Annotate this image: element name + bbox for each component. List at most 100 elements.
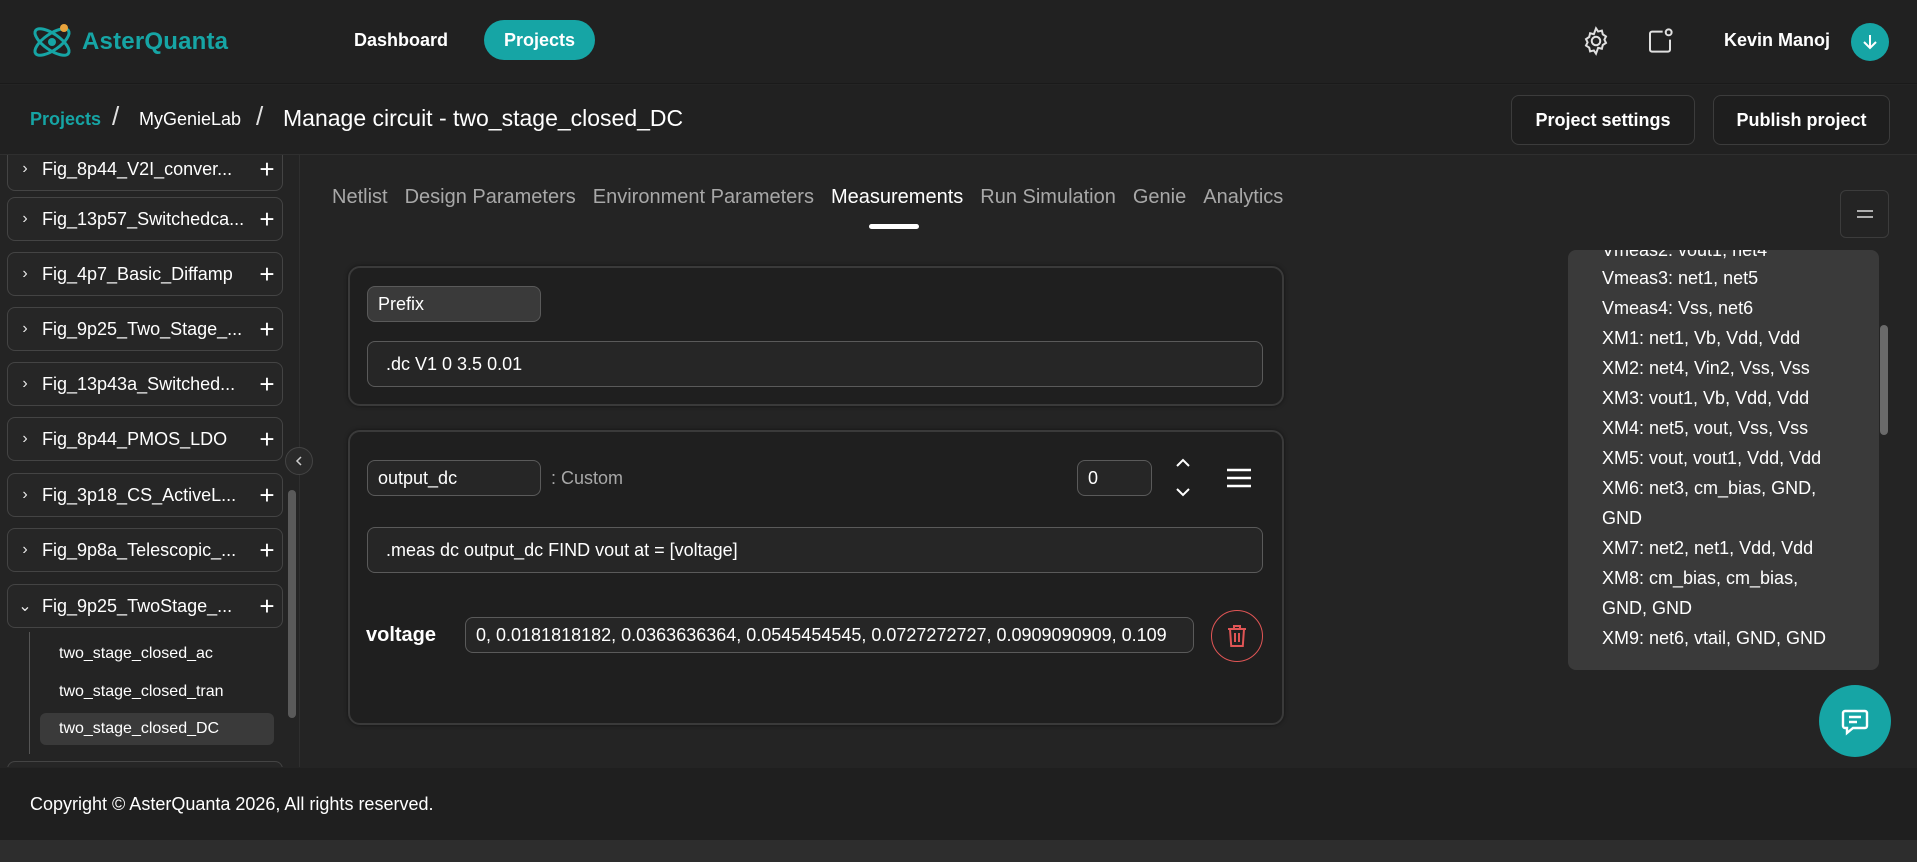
sidebar-subitem-active[interactable]: two_stage_closed_DC xyxy=(40,713,274,745)
prefix-command-input[interactable]: .dc V1 0 3.5 0.01 xyxy=(367,341,1263,387)
order-stepper xyxy=(1172,455,1194,505)
netlist-line: XM1: net1, Vb, Vdd, Vdd xyxy=(1602,328,1801,348)
chat-support-icon[interactable] xyxy=(1819,685,1891,757)
chevron-down-icon[interactable] xyxy=(1174,486,1192,498)
chevron-right-icon[interactable]: › xyxy=(8,430,42,448)
netlist-line: XM2: net4, Vin2, Vss, Vss xyxy=(1602,358,1810,378)
sidebar-item[interactable]: › Fig_9p8a_Telescopic_... + xyxy=(7,528,283,572)
chevron-up-icon[interactable] xyxy=(1174,457,1192,469)
panel-menu-icon[interactable] xyxy=(1840,190,1889,238)
chevron-right-icon[interactable]: › xyxy=(8,210,42,228)
chevron-right-icon[interactable]: › xyxy=(8,265,42,283)
chevron-right-icon[interactable]: › xyxy=(8,320,42,338)
sidebar-item[interactable]: › Fig_4p7_Basic_Diffamp + xyxy=(7,252,283,296)
netlist-scrollbar[interactable] xyxy=(1880,325,1888,435)
bottom-strip xyxy=(0,840,1917,862)
nav-dashboard[interactable]: Dashboard xyxy=(338,20,464,60)
user-menu-down-arrow-icon[interactable] xyxy=(1851,23,1889,61)
add-icon[interactable]: + xyxy=(252,204,282,235)
measurement-type-label: : Custom xyxy=(551,468,624,488)
sidebar-item-label: Fig_4p7_Basic_Diffamp xyxy=(42,263,233,284)
sidebar-subitem[interactable]: two_stage_closed_ac xyxy=(40,638,274,670)
breadcrumb-lab[interactable]: MyGenieLab xyxy=(139,109,241,130)
add-icon[interactable]: + xyxy=(252,535,282,566)
netlist-line: XM4: net5, vout, Vss, Vss xyxy=(1602,418,1809,438)
netlist-line: XM7: net2, net1, Vdd, Vdd xyxy=(1602,538,1814,558)
delete-trash-icon[interactable] xyxy=(1211,610,1263,662)
project-settings-button[interactable]: Project settings xyxy=(1511,95,1695,145)
netlist-line: Vmeas3: net1, net5 xyxy=(1602,268,1759,288)
footer: Copyright © AsterQuanta 2026, All rights… xyxy=(0,768,1917,840)
netlist-line: XM5: vout, vout1, Vdd, Vdd xyxy=(1602,448,1822,468)
netlist-panel: Vmeas2: vout1, net4 Vmeas3: net1, net5 V… xyxy=(1568,250,1879,670)
sidebar-item-label: Fig_8p44_PMOS_LDO xyxy=(42,428,228,449)
tab-genie[interactable]: Genie xyxy=(1133,186,1186,220)
page-title: Manage circuit - two_stage_closed_DC xyxy=(283,105,684,131)
add-icon[interactable]: + xyxy=(252,314,282,345)
add-icon[interactable]: + xyxy=(252,369,282,400)
top-navbar: AsterQuanta Dashboard Projects Kevin Man… xyxy=(0,0,1917,84)
tree-connector xyxy=(29,632,30,754)
sidebar-item-expanded[interactable]: ⌄ Fig_9p25_TwoStage_... + xyxy=(7,584,283,628)
breadcrumb-separator: / xyxy=(256,101,264,131)
voltage-values-input[interactable]: 0, 0.0181818182, 0.0363636364, 0.0545454… xyxy=(465,617,1194,653)
sidebar-scrollbar[interactable] xyxy=(288,490,296,718)
tab-analytics[interactable]: Analytics xyxy=(1203,186,1283,220)
drag-handle-menu-icon[interactable] xyxy=(1226,467,1252,489)
tab-environment-parameters[interactable]: Environment Parameters xyxy=(593,186,814,220)
prefix-label-field[interactable]: Prefix xyxy=(367,286,541,322)
add-icon[interactable]: + xyxy=(252,480,282,511)
sidebar-item-label: Fig_13p43a_Switched... xyxy=(42,373,236,394)
netlist-line: GND, GND xyxy=(1602,598,1692,618)
sidebar-item[interactable]: › Fig_13p57_Switchedca... + xyxy=(7,197,283,241)
sidebar-item[interactable] xyxy=(7,761,283,767)
sidebar-item-label: Fig_9p25_TwoStage_... xyxy=(42,595,233,616)
netlist-line: Vmeas2: vout1, net4 xyxy=(1602,250,1768,260)
collapse-sidebar-chevron-left-icon[interactable] xyxy=(285,447,313,475)
sidebar-item-label: Fig_3p18_CS_ActiveL... xyxy=(42,484,237,505)
netlist-line: XM6: net3, cm_bias, GND, xyxy=(1602,478,1817,498)
breadcrumb-projects[interactable]: Projects xyxy=(30,109,101,130)
measurement-expression-input[interactable]: .meas dc output_dc FIND vout at = [volta… xyxy=(367,527,1263,573)
order-stepper-input[interactable]: 0 xyxy=(1077,460,1152,496)
sidebar-item[interactable]: › Fig_3p18_CS_ActiveL... + xyxy=(7,473,283,517)
add-icon[interactable]: + xyxy=(252,259,282,290)
brand-logo[interactable]: AsterQuanta xyxy=(28,18,228,66)
add-icon[interactable]: + xyxy=(252,155,282,185)
chevron-right-icon[interactable]: › xyxy=(8,486,42,504)
chevron-right-icon[interactable]: › xyxy=(8,160,42,178)
chevron-right-icon[interactable]: › xyxy=(8,375,42,393)
breadcrumb-separator: / xyxy=(112,101,120,131)
tab-netlist[interactable]: Netlist xyxy=(332,186,388,220)
sidebar-item[interactable]: › Fig_13p43a_Switched... + xyxy=(7,362,283,406)
nav-projects[interactable]: Projects xyxy=(484,20,596,60)
atom-logo-icon xyxy=(33,24,71,57)
sidebar-item[interactable]: › Fig_9p25_Two_Stage_... + xyxy=(7,307,283,351)
publish-project-button[interactable]: Publish project xyxy=(1713,95,1890,145)
project-sidebar: › Fig_8p44_V2I_conver... + › Fig_13p57_S… xyxy=(0,155,300,767)
settings-gear-icon[interactable] xyxy=(1579,24,1613,58)
tab-run-simulation[interactable]: Run Simulation xyxy=(980,186,1116,220)
parameter-label: voltage xyxy=(366,624,437,646)
netlist-line: XM3: vout1, Vb, Vdd, Vdd xyxy=(1602,388,1810,408)
tab-design-parameters[interactable]: Design Parameters xyxy=(405,186,576,220)
add-icon[interactable]: + xyxy=(252,424,282,455)
sidebar-item-label: Fig_8p44_V2I_conver... xyxy=(42,158,233,179)
user-name[interactable]: Kevin Manoj xyxy=(1724,30,1830,51)
chevron-down-icon[interactable]: ⌄ xyxy=(8,596,42,616)
netlist-line: XM8: cm_bias, cm_bias, xyxy=(1602,568,1799,588)
sidebar-item-label: Fig_9p25_Two_Stage_... xyxy=(42,318,243,339)
chevron-right-icon[interactable]: › xyxy=(8,541,42,559)
measurement-name-input[interactable]: output_dc xyxy=(367,460,541,496)
tab-measurements[interactable]: Measurements xyxy=(831,186,963,220)
netlist-line: Vmeas4: Vss, net6 xyxy=(1602,298,1754,318)
sidebar-item[interactable]: › Fig_8p44_V2I_conver... + xyxy=(7,155,283,191)
sidebar-subitem[interactable]: two_stage_closed_tran xyxy=(40,676,274,708)
add-icon[interactable]: + xyxy=(252,591,282,622)
sidebar-item[interactable]: › Fig_8p44_PMOS_LDO + xyxy=(7,417,283,461)
copyright-text: Copyright © AsterQuanta 2026, All rights… xyxy=(30,794,434,814)
active-tab-indicator xyxy=(869,224,919,229)
sidebar-item-label: Fig_13p57_Switchedca... xyxy=(42,208,245,229)
notification-icon[interactable] xyxy=(1643,24,1677,58)
circuit-tabs: Netlist Design Parameters Environment Pa… xyxy=(332,186,1300,220)
